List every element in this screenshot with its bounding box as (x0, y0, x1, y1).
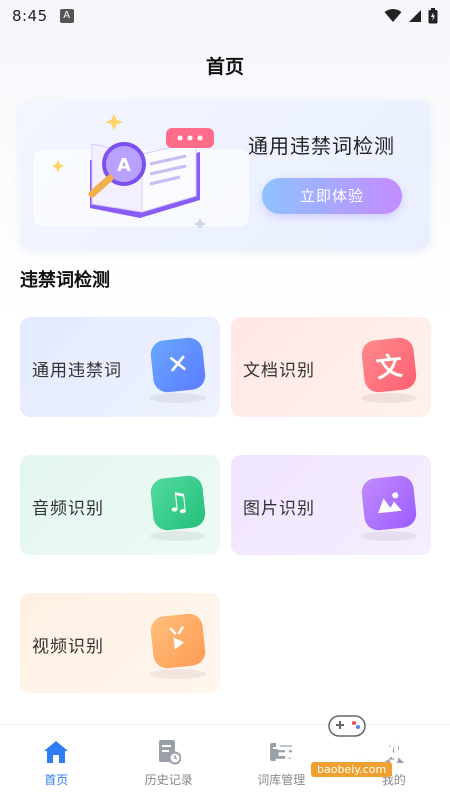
status-time: 8:45 (12, 7, 48, 25)
banner-title: 通用违禁词检测 (248, 134, 395, 158)
card-label: 视频识别 (32, 637, 104, 657)
card-video-recognition[interactable]: 视频识别 (20, 593, 220, 693)
book-magnifier-illustration: A (52, 114, 214, 228)
card-label: 音频识别 (32, 499, 104, 519)
card-document-recognition[interactable]: 文档识别 文 (231, 317, 431, 417)
watermark-url: baobeiy.com (311, 762, 393, 777)
tab-history[interactable]: 历史记录 (113, 725, 226, 800)
card-audio-recognition[interactable]: 音频识别 ♫ (20, 455, 220, 555)
card-label: 通用违禁词 (32, 361, 122, 381)
status-icons (384, 8, 438, 24)
document-text-icon: 文 (360, 336, 418, 394)
page-title: 首页 (205, 56, 244, 78)
card-label: 文档识别 (243, 361, 315, 381)
status-bar: 8:45 A (0, 0, 450, 32)
card-image-recognition[interactable]: 图片识别 (231, 455, 431, 555)
section-title: 违禁词检测 (20, 270, 110, 291)
watermark-logo: 宝贝游戏网 baobeiy.com (275, 712, 425, 782)
history-record-icon (156, 739, 182, 765)
image-icon (360, 474, 418, 532)
battery-icon (428, 8, 438, 24)
card-label: 图片识别 (243, 499, 315, 519)
wifi-icon (384, 9, 402, 22)
notification-icon: A (59, 9, 74, 23)
tab-label: 首页 (44, 773, 69, 787)
music-note-icon: ♫ (149, 474, 207, 532)
video-tv-icon (149, 612, 207, 670)
home-icon (43, 739, 69, 765)
tab-label: 历史记录 (144, 773, 193, 787)
banner-card[interactable]: A 通用违禁词检测 立即体验 (20, 100, 430, 250)
tab-home[interactable]: 首页 (0, 725, 113, 800)
close-icon: ✕ (149, 336, 207, 394)
try-now-button[interactable]: 立即体验 (262, 178, 402, 214)
signal-icon (409, 10, 421, 22)
illustration-letter: A (117, 155, 131, 176)
card-general-banned-words[interactable]: 通用违禁词 ✕ (20, 317, 220, 417)
